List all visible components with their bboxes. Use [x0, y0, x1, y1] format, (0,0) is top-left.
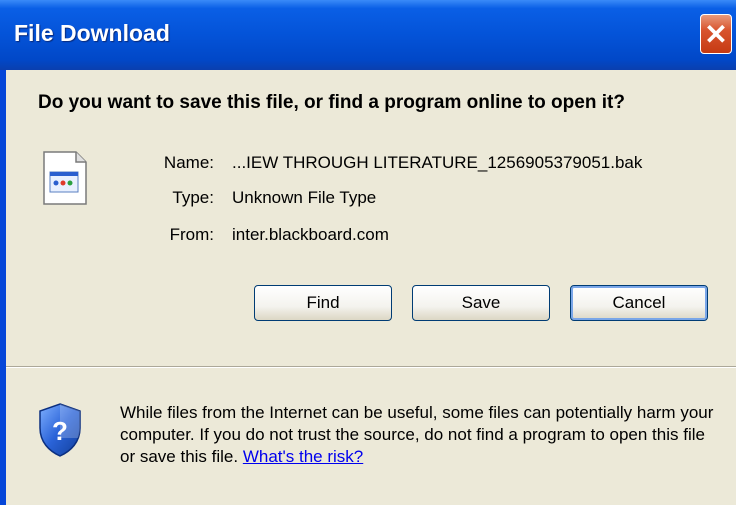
- warning-text: While files from the Internet can be use…: [120, 403, 714, 466]
- cancel-button[interactable]: Cancel: [570, 285, 708, 321]
- file-download-dialog: File Download ✕ Do you want to save this…: [0, 0, 736, 505]
- title-bar[interactable]: File Download ✕: [0, 0, 736, 70]
- find-button[interactable]: Find: [254, 285, 392, 321]
- save-button[interactable]: Save: [412, 285, 550, 321]
- type-label: Type:: [172, 188, 214, 207]
- shield-question-icon: ?: [39, 403, 81, 457]
- whats-the-risk-link[interactable]: What's the risk?: [243, 447, 363, 466]
- dialog-upper-panel: [6, 70, 736, 366]
- name-label: Name:: [163, 153, 214, 172]
- close-button[interactable]: ✕: [700, 14, 732, 54]
- close-icon: ✕: [704, 18, 728, 50]
- file-icon: [43, 151, 87, 205]
- window-title: File Download: [14, 20, 170, 46]
- type-value: Unknown File Type: [232, 188, 377, 207]
- from-label: From:: [169, 225, 214, 244]
- svg-text:?: ?: [52, 416, 68, 446]
- name-value: ...IEW THROUGH LITERATURE_1256905379051.…: [232, 153, 643, 172]
- dialog-question: Do you want to save this file, or find a…: [38, 92, 625, 113]
- security-warning: While files from the Internet can be use…: [120, 402, 720, 468]
- from-value: inter.blackboard.com: [232, 225, 389, 244]
